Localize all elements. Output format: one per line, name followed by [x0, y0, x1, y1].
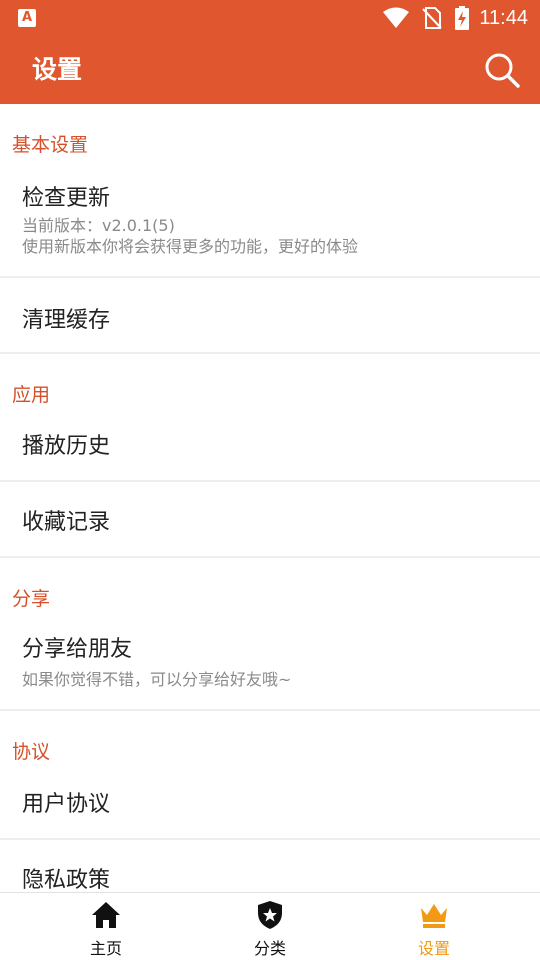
status-icons: 11:44 — [383, 0, 528, 36]
tab-settings-label: 设置 — [417, 939, 450, 958]
update-description: 使用新版本你将会获得更多的功能，更好的体验 — [22, 237, 359, 256]
settings-list: 基本设置 检查更新 当前版本：v2.0.1(5) 使用新版本你将会获得更多的功能… — [0, 104, 540, 892]
favorites-title: 收藏记录 — [22, 510, 111, 535]
bottom-navigation: 主页 分类 设置 — [0, 892, 540, 960]
divider — [0, 709, 540, 711]
search-icon[interactable] — [482, 50, 522, 90]
user-agreement-item[interactable]: 用户协议 — [0, 766, 540, 838]
divider — [0, 556, 540, 558]
check-update-item[interactable]: 检查更新 当前版本：v2.0.1(5) 使用新版本你将会获得更多的功能，更好的体… — [0, 166, 540, 276]
status-time: 11:44 — [479, 6, 528, 29]
app-notification-icon: A — [18, 9, 36, 27]
app-bar: 设置 — [0, 36, 540, 104]
home-icon — [92, 902, 120, 928]
status-bar: A 11:44 — [0, 0, 540, 36]
privacy-policy-title: 隐私政策 — [22, 868, 111, 892]
shield-star-icon — [258, 901, 282, 929]
play-history-item[interactable]: 播放历史 — [0, 408, 540, 480]
tab-home-label: 主页 — [89, 939, 122, 958]
battery-charging-icon — [455, 6, 470, 30]
play-history-title: 播放历史 — [22, 434, 111, 459]
favorites-item[interactable]: 收藏记录 — [0, 482, 540, 556]
tab-category[interactable]: 分类 — [220, 893, 320, 960]
share-description: 如果你觉得不错，可以分享给好友哦~ — [22, 670, 292, 689]
divider — [0, 352, 540, 354]
section-header-share: 分享 — [12, 588, 51, 610]
tab-settings[interactable]: 设置 — [384, 893, 484, 960]
crown-icon — [421, 904, 447, 928]
no-sim-icon — [422, 7, 443, 29]
tab-category-label: 分类 — [253, 939, 286, 958]
page-title: 设置 — [32, 55, 83, 84]
check-update-title: 检查更新 — [22, 186, 111, 211]
app-notification-icon-letter: A — [21, 10, 33, 25]
share-to-friends-title: 分享给朋友 — [22, 637, 133, 662]
section-header-agreement: 协议 — [12, 741, 51, 763]
clear-cache-title: 清理缓存 — [22, 308, 111, 333]
share-to-friends-item[interactable]: 分享给朋友 如果你觉得不错，可以分享给好友哦~ — [0, 614, 540, 710]
tab-home[interactable]: 主页 — [56, 893, 156, 960]
clear-cache-item[interactable]: 清理缓存 — [0, 278, 540, 352]
wifi-icon — [383, 7, 410, 28]
user-agreement-title: 用户协议 — [22, 792, 111, 817]
section-header-app: 应用 — [12, 384, 51, 406]
section-header-basic: 基本设置 — [12, 134, 89, 156]
privacy-policy-item[interactable]: 隐私政策 — [0, 840, 540, 892]
